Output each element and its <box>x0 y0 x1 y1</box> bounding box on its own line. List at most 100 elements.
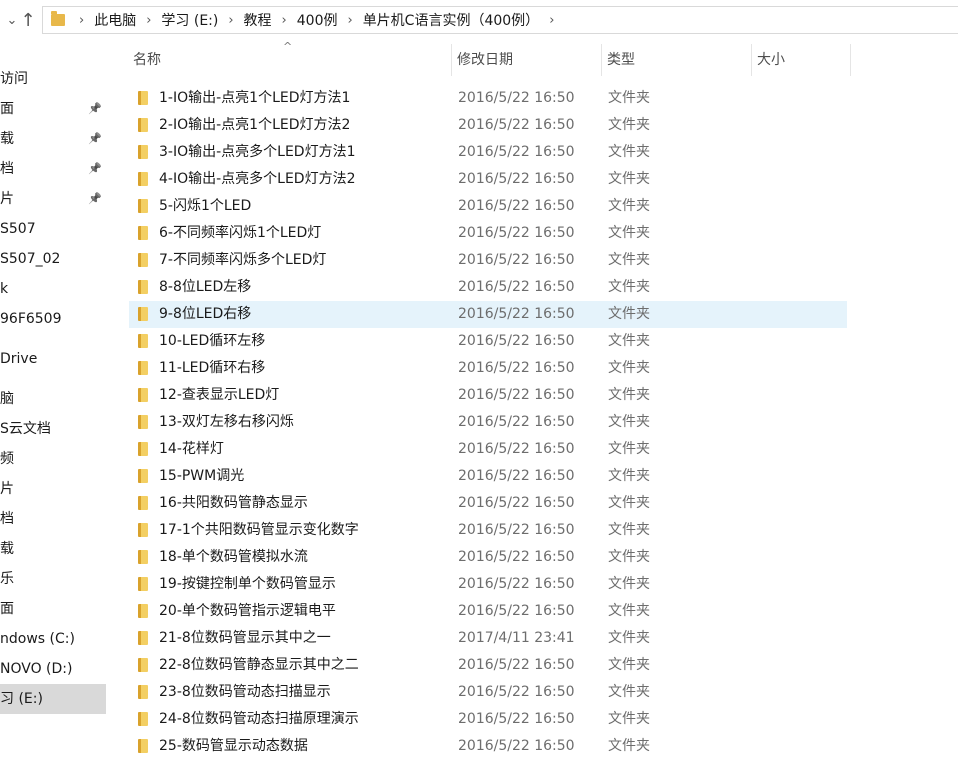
file-row[interactable]: 14-花样灯 2016/5/22 16:50 文件夹 <box>129 436 847 463</box>
folder-icon <box>138 361 148 375</box>
file-row[interactable]: 19-按键控制单个数码管显示 2016/5/22 16:50 文件夹 <box>129 571 847 598</box>
folder-icon <box>51 11 65 26</box>
nav-item[interactable]: 脑 <box>0 384 106 414</box>
file-row[interactable]: 10-LED循环左移 2016/5/22 16:50 文件夹 <box>129 328 847 355</box>
file-row[interactable]: 6-不同频率闪烁1个LED灯 2016/5/22 16:50 文件夹 <box>129 220 847 247</box>
breadcrumb-chevron-icon[interactable]: › <box>146 13 151 28</box>
breadcrumb-item[interactable]: 单片机C语言实例（400例） <box>363 10 540 30</box>
folder-icon <box>138 199 148 213</box>
file-type: 文件夹 <box>608 90 650 106</box>
nav-item[interactable]: 面 📌 <box>0 94 106 124</box>
file-modified-date: 2016/5/22 16:50 <box>458 549 575 565</box>
file-row[interactable]: 4-IO输出-点亮多个LED灯方法2 2016/5/22 16:50 文件夹 <box>129 166 847 193</box>
breadcrumb-item[interactable]: 学习 (E:) <box>161 10 218 30</box>
file-row[interactable]: 11-LED循环右移 2016/5/22 16:50 文件夹 <box>129 355 847 382</box>
column-header-type[interactable]: 类型 <box>601 44 751 76</box>
file-row[interactable]: 17-1个共阳数码管显示变化数字 2016/5/22 16:50 文件夹 <box>129 517 847 544</box>
file-row[interactable]: 16-共阳数码管静态显示 2016/5/22 16:50 文件夹 <box>129 490 847 517</box>
file-name: 21-8位数码管显示其中之一 <box>159 630 331 646</box>
breadcrumb-item[interactable]: 此电脑 <box>94 10 136 30</box>
file-row[interactable]: 23-8位数码管动态扫描显示 2016/5/22 16:50 文件夹 <box>129 679 847 706</box>
nav-item[interactable]: 习 (E:) <box>0 684 106 714</box>
folder-icon <box>138 334 148 348</box>
file-modified-date: 2016/5/22 16:50 <box>458 603 575 619</box>
file-name: 23-8位数码管动态扫描显示 <box>159 684 331 700</box>
folder-icon <box>138 172 148 186</box>
nav-item-label: k <box>0 281 9 297</box>
nav-item[interactable]: S507 <box>0 214 106 244</box>
file-row[interactable]: 3-IO输出-点亮多个LED灯方法1 2016/5/22 16:50 文件夹 <box>129 139 847 166</box>
file-type: 文件夹 <box>608 225 650 241</box>
nav-item[interactable]: 面 <box>0 594 106 624</box>
file-modified-date: 2016/5/22 16:50 <box>458 144 575 160</box>
file-row[interactable]: 20-单个数码管指示逻辑电平 2016/5/22 16:50 文件夹 <box>129 598 847 625</box>
file-row[interactable]: 13-双灯左移右移闪烁 2016/5/22 16:50 文件夹 <box>129 409 847 436</box>
nav-item[interactable]: ndows (C:) <box>0 624 106 654</box>
file-type: 文件夹 <box>608 306 650 322</box>
breadcrumb-item[interactable]: 教程 <box>244 10 272 30</box>
file-modified-date: 2016/5/22 16:50 <box>458 225 575 241</box>
file-type: 文件夹 <box>608 441 650 457</box>
file-type: 文件夹 <box>608 657 650 673</box>
nav-item-label: 脑 <box>0 391 14 407</box>
pin-icon[interactable]: 📌 <box>88 184 102 214</box>
nav-item-label: 档 <box>0 511 14 527</box>
nav-item[interactable]: S云文档 <box>0 414 106 444</box>
file-name: 14-花样灯 <box>159 441 224 457</box>
pin-icon[interactable]: 📌 <box>88 124 102 154</box>
nav-item-label: 访问 <box>0 71 28 87</box>
folder-icon <box>138 388 148 402</box>
file-type: 文件夹 <box>608 630 650 646</box>
nav-item[interactable]: 档 📌 <box>0 154 106 184</box>
breadcrumb-chevron-icon[interactable]: › <box>282 13 287 28</box>
file-row[interactable]: 9-8位LED右移 2016/5/22 16:50 文件夹 <box>129 301 847 328</box>
nav-item[interactable]: 片 <box>0 474 106 504</box>
breadcrumb-chevron-icon[interactable]: › <box>79 13 84 28</box>
nav-item-label: 载 <box>0 541 14 557</box>
nav-item[interactable]: Drive <box>0 344 106 374</box>
nav-item[interactable]: 片 📌 <box>0 184 106 214</box>
file-row[interactable]: 18-单个数码管模拟水流 2016/5/22 16:50 文件夹 <box>129 544 847 571</box>
file-name: 3-IO输出-点亮多个LED灯方法1 <box>159 144 356 160</box>
nav-item-label: 96F6509 <box>0 311 62 327</box>
file-row[interactable]: 8-8位LED左移 2016/5/22 16:50 文件夹 <box>129 274 847 301</box>
breadcrumb-chevron-icon[interactable]: › <box>549 13 554 28</box>
nav-item[interactable]: 载 <box>0 534 106 564</box>
breadcrumb-chevron-icon[interactable]: › <box>228 13 233 28</box>
pin-icon[interactable]: 📌 <box>88 154 102 184</box>
file-modified-date: 2017/4/11 23:41 <box>458 630 575 646</box>
breadcrumb-item[interactable]: 400例 <box>297 10 338 30</box>
nav-item[interactable]: 96F6509 <box>0 304 106 334</box>
file-name: 19-按键控制单个数码管显示 <box>159 576 336 592</box>
address-bar[interactable]: › 此电脑 › 学习 (E:) › 教程 › 400例 › 单片机C语言实例（400例） › <box>42 6 958 34</box>
column-header-date[interactable]: 修改日期 <box>451 44 601 76</box>
nav-item[interactable]: 载 📌 <box>0 124 106 154</box>
folder-icon <box>138 307 148 321</box>
file-row[interactable]: 12-查表显示LED灯 2016/5/22 16:50 文件夹 <box>129 382 847 409</box>
file-row[interactable]: 22-8位数码管静态显示其中之二 2016/5/22 16:50 文件夹 <box>129 652 847 679</box>
file-row[interactable]: 24-8位数码管动态扫描原理演示 2016/5/22 16:50 文件夹 <box>129 706 847 733</box>
file-name: 15-PWM调光 <box>159 468 245 484</box>
file-modified-date: 2016/5/22 16:50 <box>458 468 575 484</box>
nav-item[interactable]: S507_02 <box>0 244 106 274</box>
file-row[interactable]: 21-8位数码管显示其中之一 2017/4/11 23:41 文件夹 <box>129 625 847 652</box>
column-header-size[interactable]: 大小 <box>751 44 851 76</box>
breadcrumb-chevron-icon[interactable]: › <box>347 13 352 28</box>
file-name: 6-不同频率闪烁1个LED灯 <box>159 225 322 241</box>
pin-icon[interactable]: 📌 <box>88 94 102 124</box>
nav-item[interactable]: 档 <box>0 504 106 534</box>
up-arrow-icon[interactable]: ↑ <box>18 9 38 31</box>
file-row[interactable]: 25-数码管显示动态数据 2016/5/22 16:50 文件夹 <box>129 733 847 760</box>
file-row[interactable]: 1-IO输出-点亮1个LED灯方法1 2016/5/22 16:50 文件夹 <box>129 85 847 112</box>
nav-item[interactable]: k <box>0 274 106 304</box>
nav-item[interactable]: 访问 <box>0 64 106 94</box>
file-name: 11-LED循环右移 <box>159 360 266 376</box>
folder-icon <box>138 226 148 240</box>
file-row[interactable]: 5-闪烁1个LED 2016/5/22 16:50 文件夹 <box>129 193 847 220</box>
nav-item[interactable]: 频 <box>0 444 106 474</box>
file-row[interactable]: 2-IO输出-点亮1个LED灯方法2 2016/5/22 16:50 文件夹 <box>129 112 847 139</box>
file-row[interactable]: 15-PWM调光 2016/5/22 16:50 文件夹 <box>129 463 847 490</box>
nav-item[interactable]: NOVO (D:) <box>0 654 106 684</box>
nav-item[interactable]: 乐 <box>0 564 106 594</box>
file-row[interactable]: 7-不同频率闪烁多个LED灯 2016/5/22 16:50 文件夹 <box>129 247 847 274</box>
